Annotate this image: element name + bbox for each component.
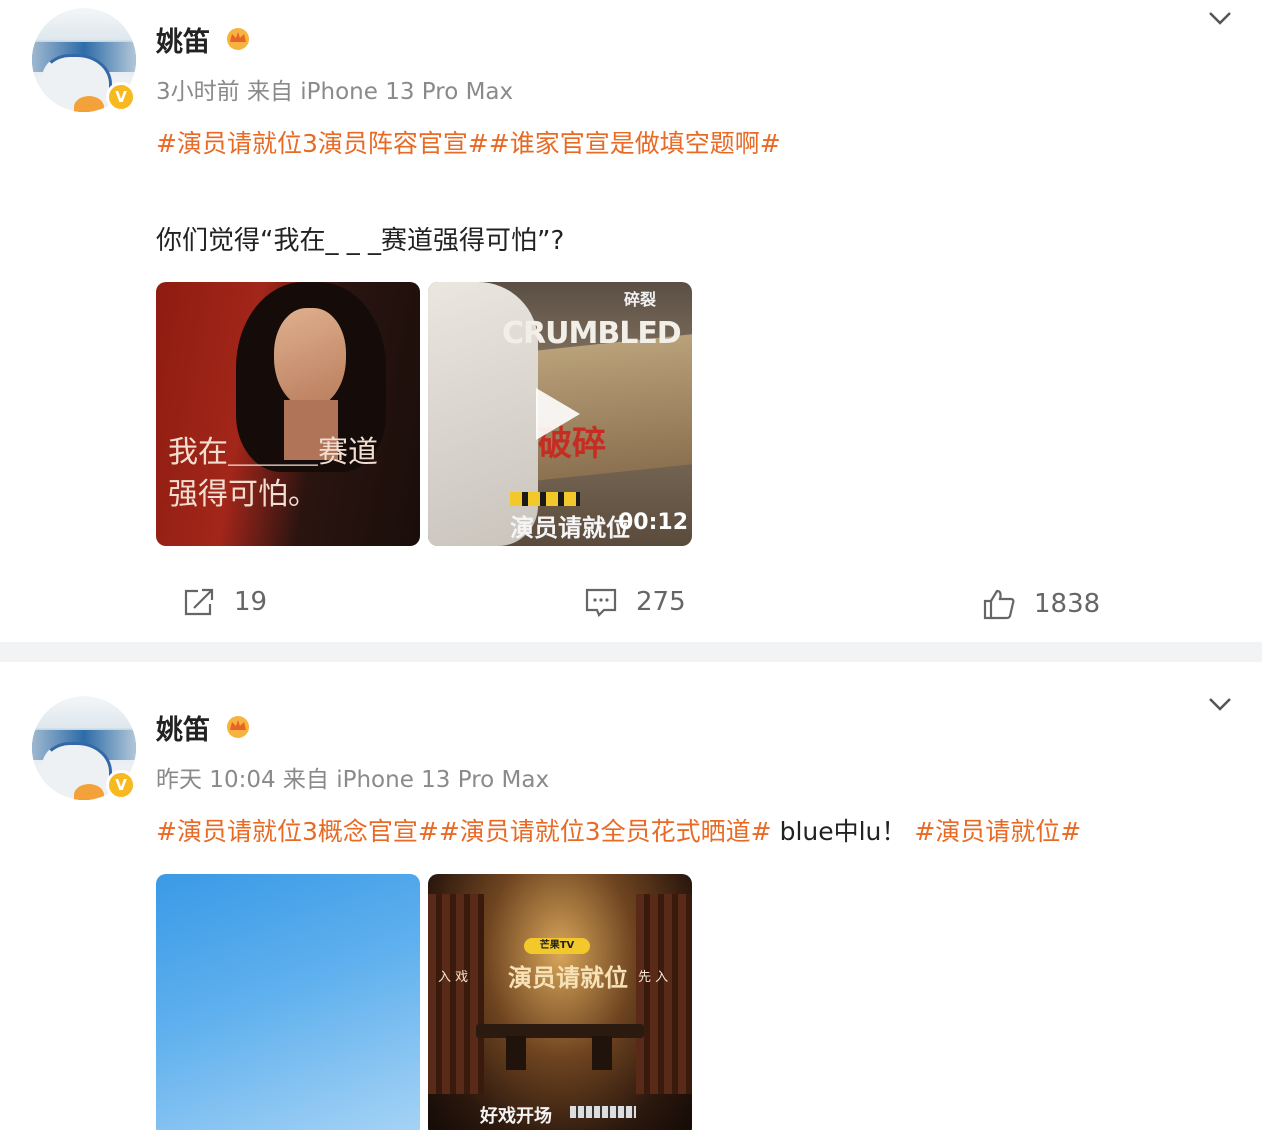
show-title: 演员请就位 <box>508 964 628 992</box>
comment-button[interactable]: 275 <box>584 586 686 618</box>
post-image[interactable] <box>156 874 420 1130</box>
topic-tag[interactable]: #谁家官宣是做填空题啊# <box>489 129 781 158</box>
topic-tag[interactable]: #演员请就位3概念官宣# <box>156 817 439 846</box>
post-body: blue中lu！ <box>771 817 907 846</box>
like-icon <box>983 589 1015 620</box>
username[interactable]: 姚笛 <box>156 708 210 747</box>
side-text-right: 先 入 <box>638 970 669 985</box>
topic-line: #演员请就位3演员阵容官宣##谁家官宣是做填空题啊# <box>156 124 781 160</box>
repost-count: 19 <box>234 587 268 617</box>
chevron-down-icon[interactable] <box>1206 8 1234 28</box>
crown-icon <box>227 716 249 738</box>
post-image[interactable]: 我在＿＿＿赛道 强得可怕。 <box>156 282 420 546</box>
topic-tag[interactable]: #演员请就位3演员阵容官宣# <box>156 129 489 158</box>
post-video[interactable]: 碎裂 CRUMBLED 破碎 演员请就位 00:12 <box>428 282 692 546</box>
side-text-left: 入 戏 <box>438 970 469 985</box>
weibo-post: V 姚笛 昨天 10:04 来自 iPhone 13 Pro Max #演员请就… <box>0 662 1262 1130</box>
like-button[interactable]: 1838 <box>982 588 1100 620</box>
post-meta: 昨天 10:04 来自 iPhone 13 Pro Max <box>156 767 550 793</box>
sponsor-bar <box>570 1106 636 1118</box>
post-image[interactable]: 芒果TV 演员请就位 入 戏 先 入 好戏开场 <box>428 874 692 1130</box>
repost-button[interactable]: 19 <box>182 586 267 618</box>
crown-icon <box>227 28 249 50</box>
comment-icon <box>585 588 617 617</box>
comment-count: 275 <box>636 587 686 617</box>
weibo-post: V 姚笛 3小时前 来自 iPhone 13 Pro Max #演员请就位3演员… <box>0 0 1262 642</box>
chevron-down-icon[interactable] <box>1206 694 1234 714</box>
topic-line: #演员请就位3概念官宣##演员请就位3全员花式晒道# blue中lu！ #演员请… <box>156 812 1081 848</box>
video-duration: 00:12 <box>618 510 689 535</box>
verified-badge-icon: V <box>106 82 136 112</box>
username[interactable]: 姚笛 <box>156 20 210 59</box>
show-logo <box>510 492 580 506</box>
like-count: 1838 <box>1034 589 1101 619</box>
verified-badge-icon: V <box>106 770 136 800</box>
image-bottom-text: 好戏开场 <box>480 1106 552 1127</box>
video-top-text: 碎裂 <box>624 290 657 309</box>
post-body: 你们觉得“我在_ _ _赛道强得可怕”? <box>156 226 565 256</box>
repost-icon <box>184 588 214 616</box>
play-icon[interactable] <box>536 388 580 440</box>
topic-tag[interactable]: #演员请就位3全员花式晒道# <box>439 817 772 846</box>
topic-tag[interactable]: #演员请就位# <box>914 817 1081 846</box>
video-show-name: 演员请就位 <box>510 514 630 542</box>
image-caption: 我在＿＿＿赛道 强得可怕。 <box>168 435 378 512</box>
post-meta: 3小时前 来自 iPhone 13 Pro Max <box>156 79 514 105</box>
platform-badge: 芒果TV <box>524 938 590 954</box>
video-word: CRUMBLED <box>502 316 682 351</box>
